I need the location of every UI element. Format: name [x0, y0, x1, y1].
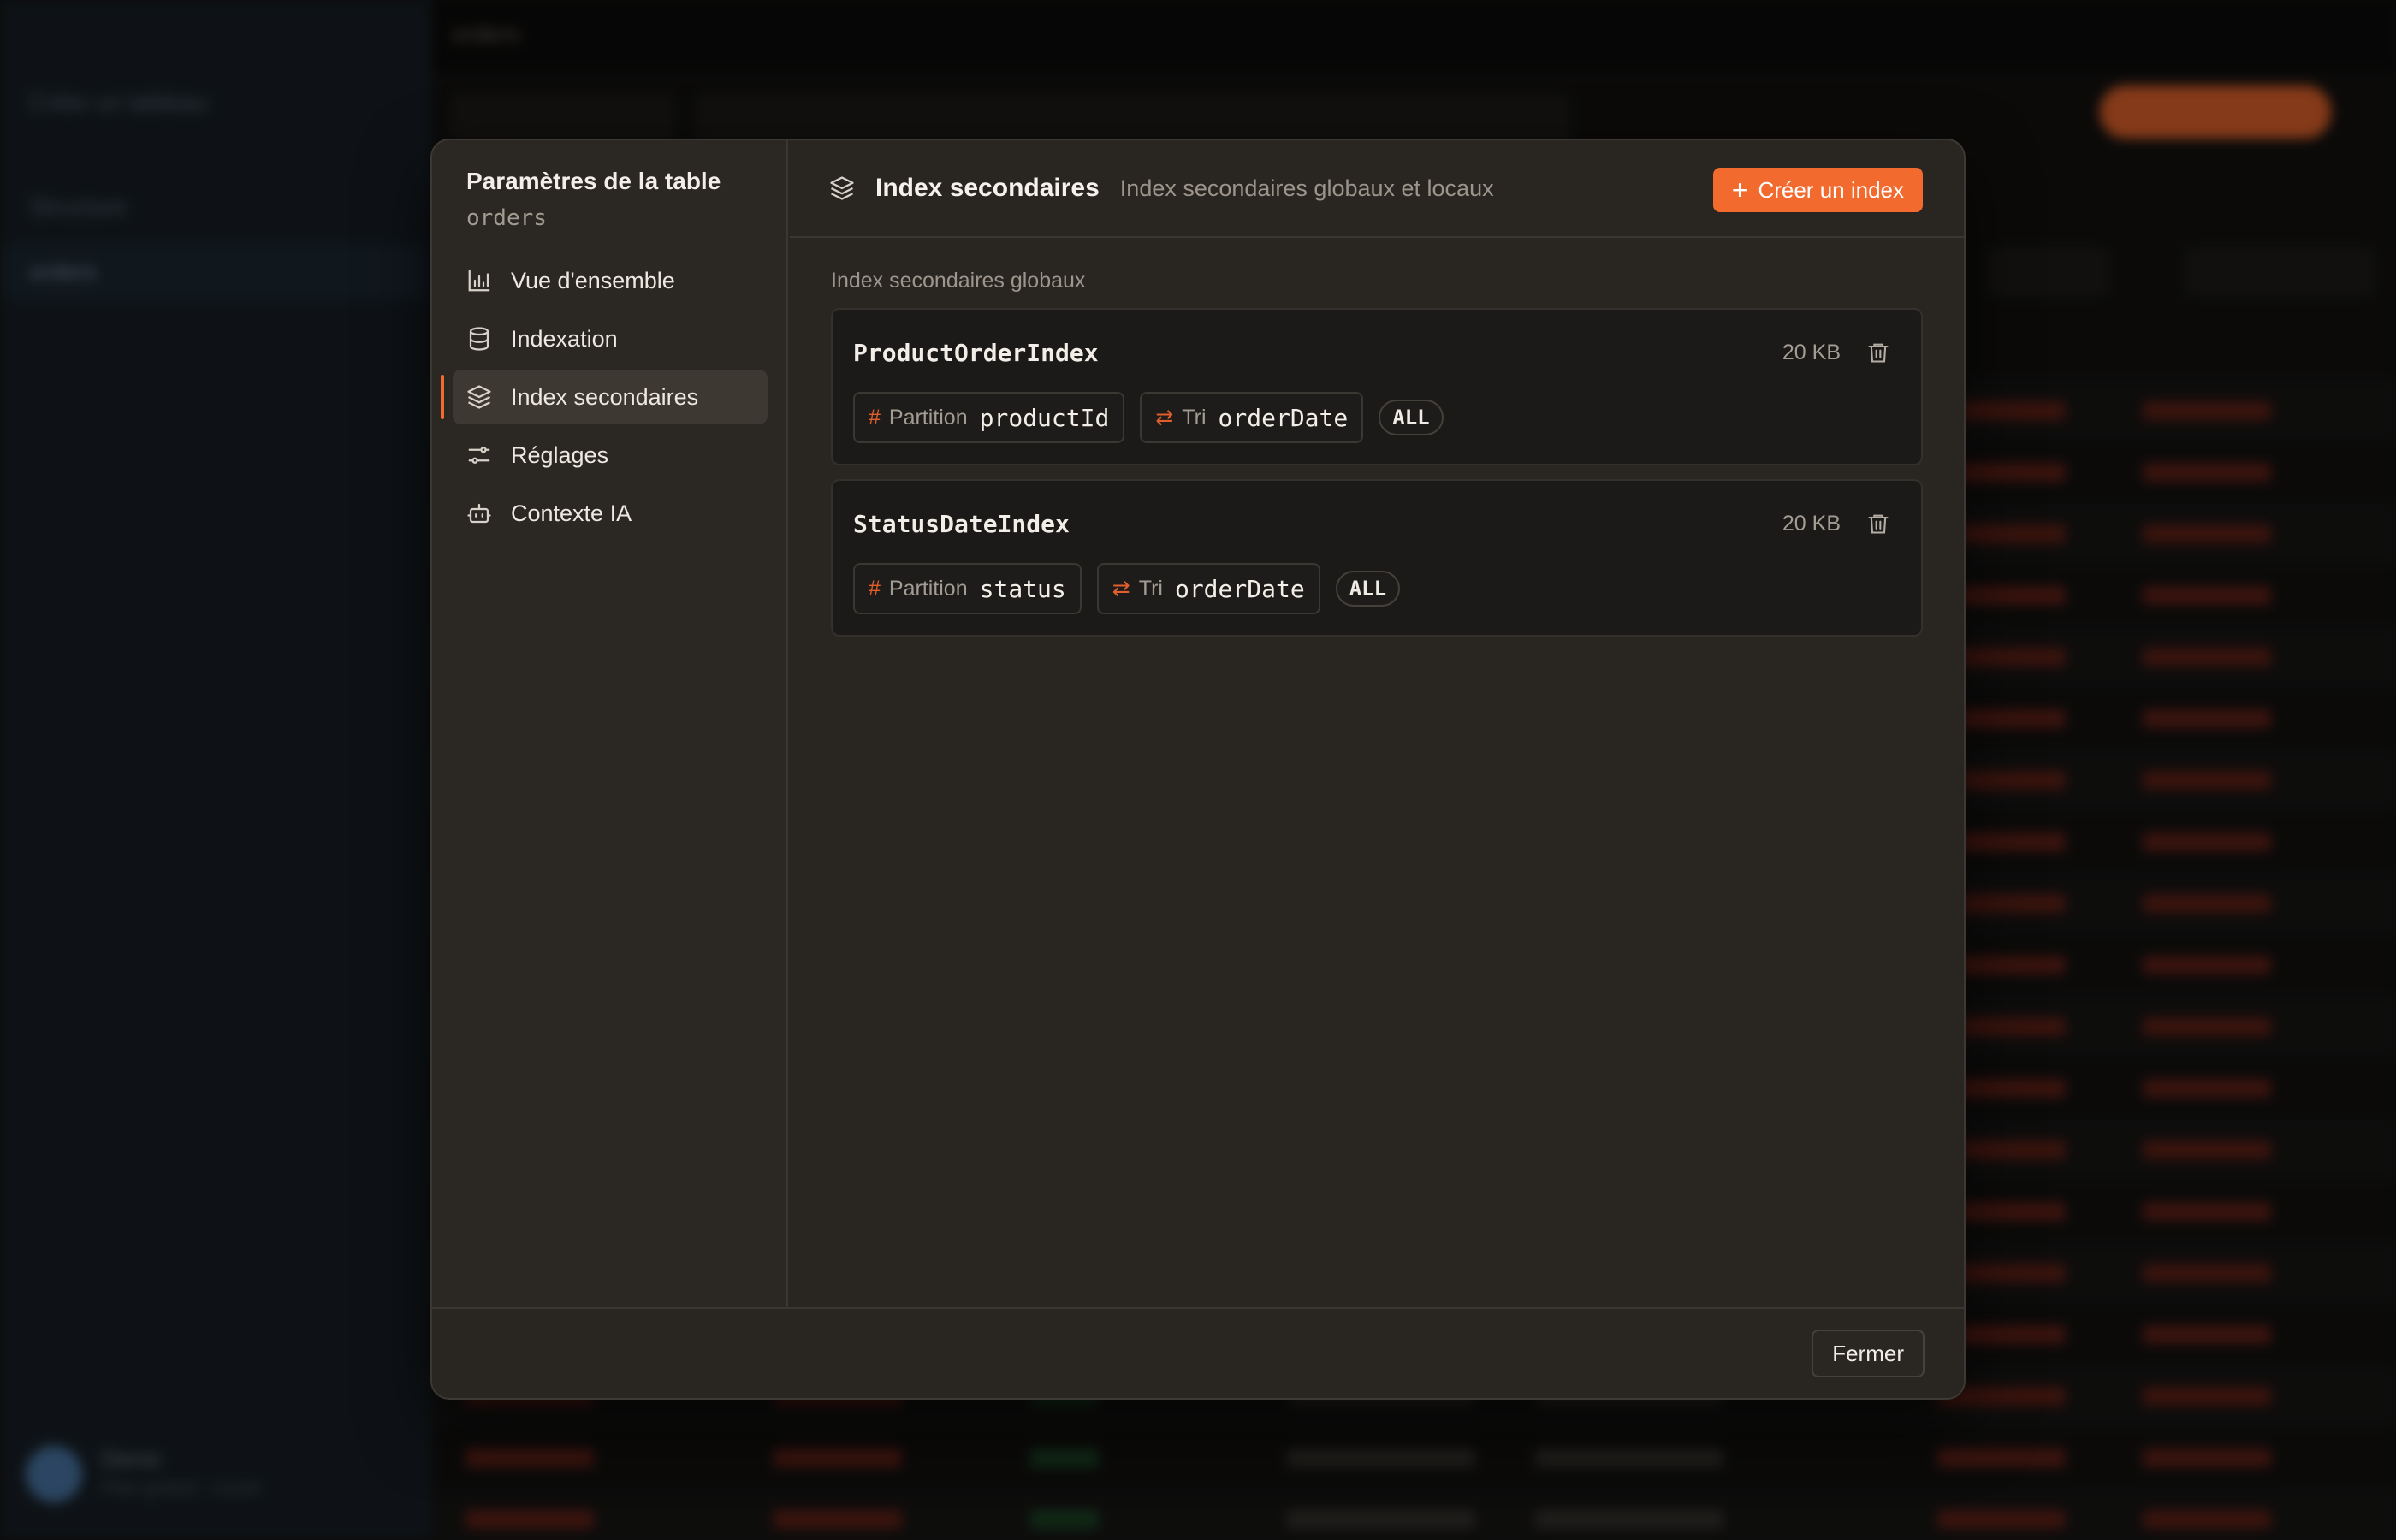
nav-item-label: Réglages: [511, 441, 609, 468]
content-header: Index secondaires Index secondaires glob…: [790, 140, 1964, 238]
nav-item-indexing[interactable]: Indexation: [453, 311, 768, 366]
database-icon: [466, 326, 492, 352]
tag-value: orderDate: [1174, 574, 1305, 603]
index-name: ProductOrderIndex: [853, 339, 1099, 367]
index-keys: # Partition productId ⇄ Tri orderDate AL…: [853, 392, 1444, 443]
trash-icon: [1868, 514, 1889, 534]
partition-key-tag: # Partition status: [853, 563, 1082, 614]
tag-value: status: [979, 574, 1066, 603]
tag-value: orderDate: [1218, 403, 1349, 432]
delete-index-button[interactable]: [1866, 341, 1890, 364]
layers-icon: [466, 384, 492, 410]
tag-kind: Partition: [888, 405, 968, 429]
hash-icon: #: [869, 405, 881, 429]
create-index-button[interactable]: + Créer un index: [1712, 168, 1923, 212]
index-size: 20 KB: [1782, 341, 1841, 364]
layers-icon: [829, 175, 855, 201]
sort-key-tag: ⇄ Tri orderDate: [1096, 563, 1320, 614]
hash-icon: #: [869, 576, 881, 601]
close-button[interactable]: Fermer: [1812, 1330, 1925, 1377]
partition-key-tag: # Partition productId: [853, 392, 1125, 443]
settings-nav: Vue d'ensemble Indexation Index secondai…: [441, 253, 768, 544]
modal-footer: Fermer: [432, 1307, 1964, 1398]
plus-icon: +: [1731, 175, 1748, 205]
section-label: Index secondaires globaux: [831, 269, 1086, 293]
index-card: ProductOrderIndex 20 KB # Partition prod…: [831, 308, 1923, 465]
nav-item-label: Vue d'ensemble: [511, 267, 675, 293]
nav-item-label: Contexte IA: [511, 500, 632, 526]
sliders-icon: [466, 442, 492, 468]
index-keys: # Partition status ⇄ Tri orderDate ALL: [853, 563, 1401, 614]
modal-content: Index secondaires Index secondaires glob…: [790, 140, 1964, 1309]
content-subtitle: Index secondaires globaux et locaux: [1119, 175, 1494, 201]
content-title: Index secondaires: [875, 174, 1100, 202]
index-name: StatusDateIndex: [853, 510, 1070, 538]
swap-icon: ⇄: [1155, 406, 1174, 429]
nav-item-secondary-indexes[interactable]: Index secondaires: [441, 370, 768, 424]
swap-icon: ⇄: [1112, 577, 1130, 601]
bar-chart-icon: [466, 268, 492, 293]
sort-key-tag: ⇄ Tri orderDate: [1140, 392, 1364, 443]
nav-item-label: Index secondaires: [511, 383, 699, 410]
index-card: StatusDateIndex 20 KB # Partition status…: [831, 479, 1923, 637]
nav-item-overview[interactable]: Vue d'ensemble: [453, 253, 768, 308]
bot-icon: [466, 500, 492, 526]
nav-item-ai-context[interactable]: Contexte IA: [453, 486, 768, 541]
projection-badge: ALL: [1335, 571, 1401, 607]
index-size: 20 KB: [1782, 512, 1841, 536]
create-index-label: Créer un index: [1758, 176, 1904, 203]
trash-icon: [1868, 343, 1889, 363]
tag-kind: Partition: [888, 576, 968, 601]
table-settings-modal: Paramètres de la table orders Vue d'ense…: [430, 139, 1966, 1400]
modal-sidebar-title: Paramètres de la table: [466, 168, 721, 194]
tag-value: productId: [979, 403, 1110, 432]
nav-item-settings[interactable]: Réglages: [453, 428, 768, 483]
tag-kind: Tri: [1182, 405, 1207, 429]
tag-kind: Tri: [1138, 576, 1163, 601]
table-name: orders: [466, 205, 547, 231]
nav-item-label: Indexation: [511, 325, 618, 352]
delete-index-button[interactable]: [1866, 512, 1890, 536]
projection-badge: ALL: [1379, 400, 1444, 435]
modal-sidebar: Paramètres de la table orders Vue d'ense…: [432, 140, 788, 1309]
